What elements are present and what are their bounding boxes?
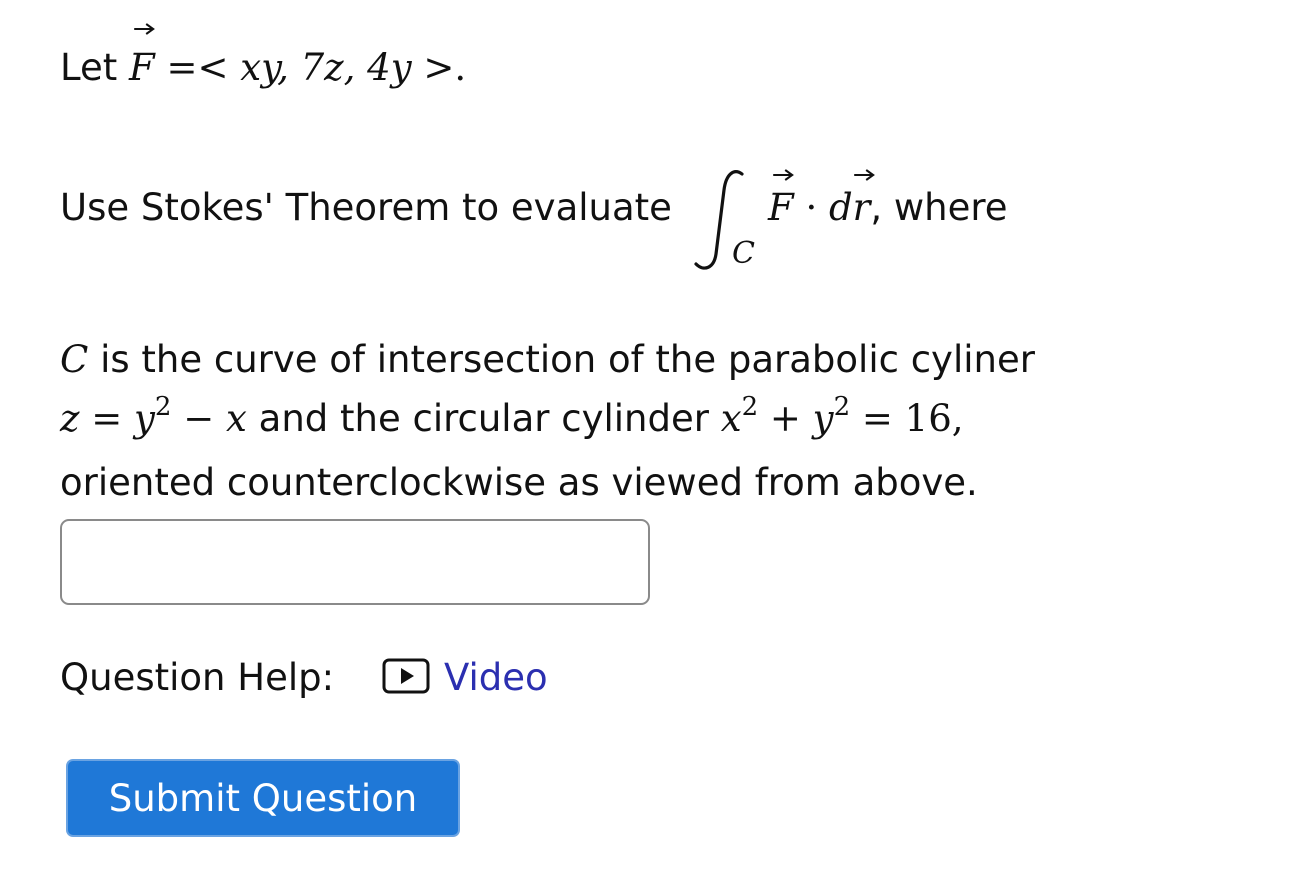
let-word: Let — [60, 46, 118, 89]
eq1-exponent: 2 — [154, 392, 172, 422]
integrand-vector-f: F — [768, 169, 794, 229]
eq2-exponent-1: 2 — [741, 392, 759, 422]
field-definition: Let F =< xy, 7z, 4y >. — [60, 23, 467, 96]
question-help-label: Question Help: — [60, 656, 335, 699]
integrand: F · d r , where — [768, 169, 1008, 229]
video-link-label: Video — [444, 656, 548, 699]
vector-arrow-icon — [773, 169, 794, 181]
answer-input[interactable] — [60, 519, 650, 605]
dot-operator: · — [805, 186, 818, 229]
curve-letter: C — [60, 338, 89, 381]
field-equals: =< — [166, 46, 229, 89]
eq2-x: x — [720, 397, 742, 440]
eq1-lhs: z = y — [60, 397, 155, 440]
play-icon — [382, 658, 430, 694]
vector-arrow-icon — [853, 169, 875, 181]
eq2-plus-y: + y — [769, 397, 834, 440]
and-text: and the circular cylinder — [258, 397, 709, 440]
field-close: >. — [423, 46, 467, 89]
integral-subscript: C — [732, 236, 755, 271]
curve-desc-line1: is the curve of intersection of the para… — [100, 338, 1035, 381]
vector-r: r — [853, 169, 875, 229]
vector-f: F — [129, 23, 155, 96]
eq2-exponent-2: 2 — [833, 392, 851, 422]
differential-d: d — [828, 186, 853, 229]
submit-question-button[interactable]: Submit Question — [66, 759, 460, 837]
where-text: , where — [870, 186, 1008, 229]
eq1-rhs: − x — [183, 397, 247, 440]
eq2-rhs: = 16, — [861, 397, 964, 440]
line-integral: C F · d r , where — [690, 150, 1170, 280]
curve-description: C is the curve of intersection of the pa… — [60, 330, 1240, 512]
vector-arrow-icon — [134, 23, 155, 35]
field-components: xy, 7z, 4y — [240, 46, 412, 89]
curve-desc-line3: oriented counterclockwise as viewed from… — [60, 461, 978, 504]
use-stokes-text: Use Stokes' Theorem to evaluate — [60, 186, 672, 229]
